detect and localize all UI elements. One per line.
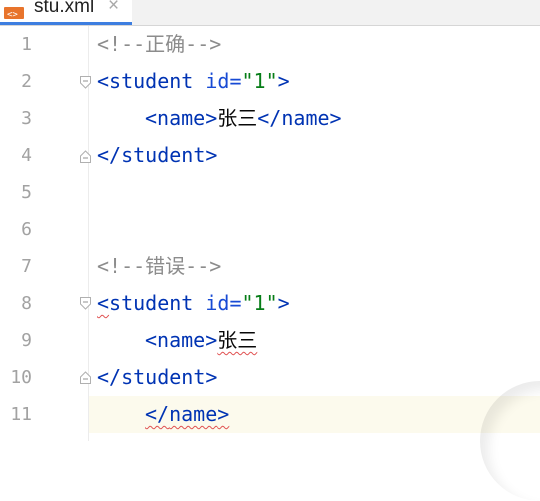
tag-bracket: > — [205, 328, 218, 352]
tag-bracket-error: < — [97, 291, 110, 315]
comment-close: --> — [185, 254, 222, 278]
attr-value: "1" — [241, 291, 278, 315]
attr-value: "1" — [241, 69, 278, 93]
end-tag-bracket: > — [205, 143, 218, 167]
code-line-4: </student> — [97, 137, 217, 174]
code-line-7: <!--错误--> — [97, 248, 221, 285]
comment-open: <!-- — [97, 32, 146, 56]
code-editor[interactable]: <!--正确--> <student id="1"> <name>张三</nam… — [89, 26, 540, 441]
tag-bracket: > — [277, 69, 290, 93]
tag-name: name — [157, 328, 206, 352]
end-tag-name: student — [121, 143, 206, 167]
code-line-9: <name>张三 — [145, 322, 257, 359]
comment-close: --> — [185, 32, 222, 56]
end-tag-bracket: > — [329, 106, 342, 130]
attr-name: id= — [193, 69, 242, 93]
line-number: 5 — [21, 182, 32, 203]
element-text-error: 张三 — [217, 328, 258, 352]
line-number: 10 — [10, 367, 32, 388]
line-number: 9 — [21, 330, 32, 351]
line-number: 6 — [21, 219, 32, 240]
attr-name: id= — [193, 291, 242, 315]
end-tag-bracket: > — [217, 402, 230, 426]
line-number: 7 — [21, 256, 32, 277]
code-line-11: </name> — [145, 396, 229, 433]
tag-bracket: < — [145, 328, 158, 352]
tag-bracket: < — [145, 106, 158, 130]
tag-bracket: < — [97, 69, 110, 93]
close-icon[interactable]: × — [108, 0, 119, 17]
line-number: 4 — [21, 145, 32, 166]
end-tag-bracket: </ — [97, 143, 122, 167]
tag-bracket: > — [205, 106, 218, 130]
end-tag-name: name — [169, 402, 218, 426]
line-number: 11 — [10, 404, 32, 425]
xml-file-icon: <> — [4, 1, 24, 20]
comment-text: 正确 — [145, 32, 186, 56]
code-line-8: <student id="1"> — [97, 285, 290, 322]
line-number: 2 — [21, 71, 32, 92]
comment-text: 错误 — [145, 254, 186, 278]
tag-name: name — [157, 106, 206, 130]
line-number: 1 — [21, 34, 32, 55]
code-line-2: <student id="1"> — [97, 63, 290, 100]
tag-name: student — [109, 69, 194, 93]
editor-tab-bar: <> stu.xml × — [0, 0, 540, 26]
tab-stu-xml[interactable]: <> stu.xml × — [0, 0, 132, 25]
end-tag-bracket: </ — [97, 365, 122, 389]
comment-open: <!-- — [97, 254, 146, 278]
tab-title: stu.xml — [34, 0, 95, 17]
line-number: 3 — [21, 108, 32, 129]
svg-text:<>: <> — [7, 10, 18, 19]
line-number-gutter: 1 2 3 4 5 6 7 8 9 10 11 — [0, 26, 91, 441]
end-tag-bracket: </ — [145, 402, 170, 426]
tag-name: student — [109, 291, 194, 315]
line-number: 8 — [21, 293, 32, 314]
end-tag-name: name — [281, 106, 330, 130]
element-text: 张三 — [217, 106, 258, 130]
end-tag-name: student — [121, 365, 206, 389]
code-line-1: <!--正确--> — [97, 26, 221, 63]
end-tag-bracket: </ — [257, 106, 282, 130]
code-line-3: <name>张三</name> — [145, 100, 342, 137]
code-line-10: </student> — [97, 359, 217, 396]
tag-bracket: > — [277, 291, 290, 315]
end-tag-bracket: > — [205, 365, 218, 389]
